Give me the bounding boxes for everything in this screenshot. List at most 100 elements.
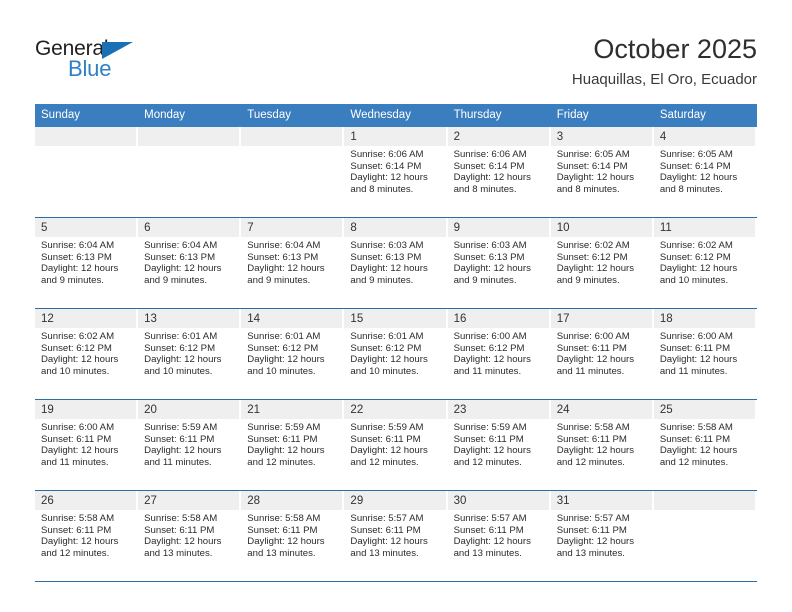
calendar-day-cell[interactable]: 7 Sunrise: 6:04 AM Sunset: 6:13 PM Daylight… [241, 217, 345, 309]
daylight-text-line2: and 11 minutes. [41, 456, 109, 468]
sunrise-text: Sunrise: 5:57 AM [350, 513, 424, 524]
calendar-day-cell[interactable]: 24 Sunrise: 5:58 AM Sunset: 6:11 PM Dayligh… [550, 399, 654, 491]
daylight-text-line2: and 10 minutes. [659, 274, 729, 286]
weekday-header-tuesday: Tuesday [241, 104, 345, 127]
day-details: Sunrise: 6:00 AM Sunset: 6:11 PM Daylight:… [35, 419, 136, 468]
sunrise-text: Sunrise: 5:59 AM [453, 422, 527, 433]
daylight-text-line2: and 8 minutes. [556, 183, 620, 195]
daylight-text-line2: and 9 minutes. [247, 274, 311, 286]
calendar-day-cell[interactable]: 27 Sunrise: 5:58 AM Sunset: 6:11 PM Dayligh… [138, 490, 242, 582]
sunset-text: Sunset: 6:11 PM [556, 342, 627, 354]
calendar-day-cell[interactable]: 10 Sunrise: 6:02 AM Sunset: 6:12 PM Dayligh… [550, 217, 654, 309]
calendar-week-row: 19 Sunrise: 6:00 AM Sunset: 6:11 PM Dayligh… [35, 399, 757, 491]
daylight-text-line1: Daylight: 12 hours [453, 172, 531, 184]
calendar-day-cell[interactable]: 8 Sunrise: 6:03 AM Sunset: 6:13 PM Daylight… [344, 217, 448, 309]
sunrise-text: Sunrise: 6:06 AM [350, 149, 424, 160]
sunset-text: Sunset: 6:11 PM [350, 524, 421, 536]
daylight-text-line2: and 11 minutes. [556, 365, 625, 377]
day-cell-inner: 7 Sunrise: 6:04 AM Sunset: 6:13 PM Daylight… [241, 218, 343, 308]
sunset-text: Sunset: 6:11 PM [556, 524, 627, 536]
calendar-day-cell-empty [35, 127, 139, 218]
daylight-text-line1: Daylight: 12 hours [144, 263, 222, 275]
calendar-day-cell[interactable]: 31 Sunrise: 5:57 AM Sunset: 6:11 PM Dayligh… [550, 490, 654, 582]
calendar-week-row: 1 Sunrise: 6:06 AM Sunset: 6:14 PM Daylight… [35, 127, 757, 218]
calendar-day-cell[interactable]: 29 Sunrise: 5:57 AM Sunset: 6:11 PM Dayligh… [344, 490, 448, 582]
weekday-header-sunday: Sunday [35, 104, 139, 127]
daylight-text-line2: and 9 minutes. [556, 274, 620, 286]
day-details: Sunrise: 5:58 AM Sunset: 6:11 PM Daylight:… [138, 510, 239, 559]
day-cell-inner: 14 Sunrise: 6:01 AM Sunset: 6:12 PM Dayligh… [241, 309, 343, 399]
calendar-day-cell[interactable]: 22 Sunrise: 5:59 AM Sunset: 6:11 PM Dayligh… [344, 399, 448, 491]
calendar-day-cell[interactable]: 1 Sunrise: 6:06 AM Sunset: 6:14 PM Daylight… [344, 127, 448, 218]
day-cell-inner: 23 Sunrise: 5:59 AM Sunset: 6:11 PM Dayligh… [447, 400, 549, 490]
day-cell-inner: 13 Sunrise: 6:01 AM Sunset: 6:12 PM Dayligh… [138, 309, 240, 399]
day-number: 14 [241, 309, 343, 328]
sunset-text: Sunset: 6:11 PM [350, 433, 421, 445]
calendar-day-cell[interactable]: 4 Sunrise: 6:05 AM Sunset: 6:14 PM Daylight… [653, 127, 757, 218]
calendar-day-cell[interactable]: 15 Sunrise: 6:01 AM Sunset: 6:12 PM Dayligh… [344, 308, 448, 400]
day-number: 15 [344, 309, 446, 328]
day-number: 30 [447, 491, 549, 510]
calendar-day-cell[interactable]: 30 Sunrise: 5:57 AM Sunset: 6:11 PM Dayligh… [447, 490, 551, 582]
daylight-text-line2: and 12 minutes. [453, 456, 522, 468]
calendar-day-cell[interactable]: 11 Sunrise: 6:02 AM Sunset: 6:12 PM Dayligh… [653, 217, 757, 309]
calendar-day-cell[interactable]: 9 Sunrise: 6:03 AM Sunset: 6:13 PM Daylight… [447, 217, 551, 309]
calendar-day-cell[interactable]: 20 Sunrise: 5:59 AM Sunset: 6:11 PM Dayligh… [138, 399, 242, 491]
day-number: 25 [653, 400, 755, 419]
calendar-day-cell[interactable]: 16 Sunrise: 6:00 AM Sunset: 6:12 PM Dayligh… [447, 308, 551, 400]
day-cell-inner: 25 Sunrise: 5:58 AM Sunset: 6:11 PM Dayligh… [653, 400, 755, 490]
calendar-day-cell[interactable]: 6 Sunrise: 6:04 AM Sunset: 6:13 PM Daylight… [138, 217, 242, 309]
daylight-text-line1: Daylight: 12 hours [556, 172, 635, 184]
calendar-day-cell[interactable]: 18 Sunrise: 6:00 AM Sunset: 6:11 PM Dayligh… [653, 308, 757, 400]
daylight-text-line2: and 8 minutes. [659, 183, 723, 195]
calendar-week-row: 26 Sunrise: 5:58 AM Sunset: 6:11 PM Dayligh… [35, 490, 757, 582]
day-details: Sunrise: 6:04 AM Sunset: 6:13 PM Daylight:… [138, 237, 239, 286]
day-number [35, 127, 137, 146]
sunset-text: Sunset: 6:12 PM [41, 342, 112, 354]
calendar-day-cell[interactable]: 28 Sunrise: 5:58 AM Sunset: 6:11 PM Dayligh… [241, 490, 345, 582]
calendar-day-cell[interactable]: 3 Sunrise: 6:05 AM Sunset: 6:14 PM Daylight… [550, 127, 654, 218]
day-cell-inner: 29 Sunrise: 5:57 AM Sunset: 6:11 PM Dayligh… [344, 491, 446, 581]
calendar-day-cell[interactable]: 14 Sunrise: 6:01 AM Sunset: 6:12 PM Dayligh… [241, 308, 345, 400]
calendar-day-cell[interactable]: 5 Sunrise: 6:04 AM Sunset: 6:13 PM Daylight… [35, 217, 139, 309]
calendar-day-cell[interactable]: 26 Sunrise: 5:58 AM Sunset: 6:11 PM Dayligh… [35, 490, 139, 582]
sunset-text: Sunset: 6:12 PM [247, 342, 319, 354]
day-cell-inner: 22 Sunrise: 5:59 AM Sunset: 6:11 PM Dayligh… [344, 400, 446, 490]
daylight-text-line2: and 12 minutes. [247, 456, 316, 468]
sunset-text: Sunset: 6:13 PM [453, 251, 525, 263]
daylight-text-line1: Daylight: 12 hours [247, 536, 325, 548]
calendar-day-cell[interactable]: 25 Sunrise: 5:58 AM Sunset: 6:11 PM Dayligh… [653, 399, 757, 491]
day-number: 24 [550, 400, 652, 419]
general-blue-logo[interactable]: General Blue [35, 38, 155, 86]
calendar-day-cell[interactable]: 13 Sunrise: 6:01 AM Sunset: 6:12 PM Dayligh… [138, 308, 242, 400]
sunrise-text: Sunrise: 6:01 AM [350, 331, 424, 342]
weekday-header-thursday: Thursday [447, 104, 551, 127]
day-details: Sunrise: 6:01 AM Sunset: 6:12 PM Daylight:… [344, 328, 445, 377]
sunrise-text: Sunrise: 6:00 AM [41, 422, 115, 433]
daylight-text-line2: and 13 minutes. [144, 547, 213, 559]
daylight-text-line2: and 12 minutes. [350, 456, 419, 468]
daylight-text-line1: Daylight: 12 hours [659, 172, 738, 184]
sunrise-text: Sunrise: 6:02 AM [556, 240, 630, 251]
calendar-day-cell[interactable]: 2 Sunrise: 6:06 AM Sunset: 6:14 PM Daylight… [447, 127, 551, 218]
day-details: Sunrise: 5:57 AM Sunset: 6:11 PM Daylight:… [551, 510, 652, 559]
calendar-day-cell-empty [138, 127, 242, 218]
day-details: Sunrise: 5:59 AM Sunset: 6:11 PM Daylight:… [138, 419, 239, 468]
sunrise-text: Sunrise: 6:03 AM [453, 240, 527, 251]
sunrise-text: Sunrise: 5:58 AM [556, 422, 630, 433]
daylight-text-line1: Daylight: 12 hours [659, 354, 738, 366]
daylight-text-line2: and 13 minutes. [453, 547, 522, 559]
sunrise-text: Sunrise: 6:06 AM [453, 149, 527, 160]
calendar-day-cell[interactable]: 21 Sunrise: 5:59 AM Sunset: 6:11 PM Dayligh… [241, 399, 345, 491]
calendar-day-cell[interactable]: 19 Sunrise: 6:00 AM Sunset: 6:11 PM Dayligh… [35, 399, 139, 491]
sunset-text: Sunset: 6:11 PM [41, 524, 112, 536]
calendar-day-cell[interactable]: 17 Sunrise: 6:00 AM Sunset: 6:11 PM Dayligh… [550, 308, 654, 400]
calendar-day-cell[interactable]: 12 Sunrise: 6:02 AM Sunset: 6:12 PM Dayligh… [35, 308, 139, 400]
sunset-text: Sunset: 6:12 PM [350, 342, 422, 354]
day-cell-inner: 10 Sunrise: 6:02 AM Sunset: 6:12 PM Dayligh… [550, 218, 652, 308]
calendar-day-cell[interactable]: 23 Sunrise: 5:59 AM Sunset: 6:11 PM Dayligh… [447, 399, 551, 491]
daylight-text-line1: Daylight: 12 hours [247, 263, 325, 275]
sunset-text: Sunset: 6:11 PM [453, 524, 524, 536]
daylight-text-line1: Daylight: 12 hours [247, 354, 325, 366]
day-details: Sunrise: 6:00 AM Sunset: 6:12 PM Daylight:… [448, 328, 549, 377]
